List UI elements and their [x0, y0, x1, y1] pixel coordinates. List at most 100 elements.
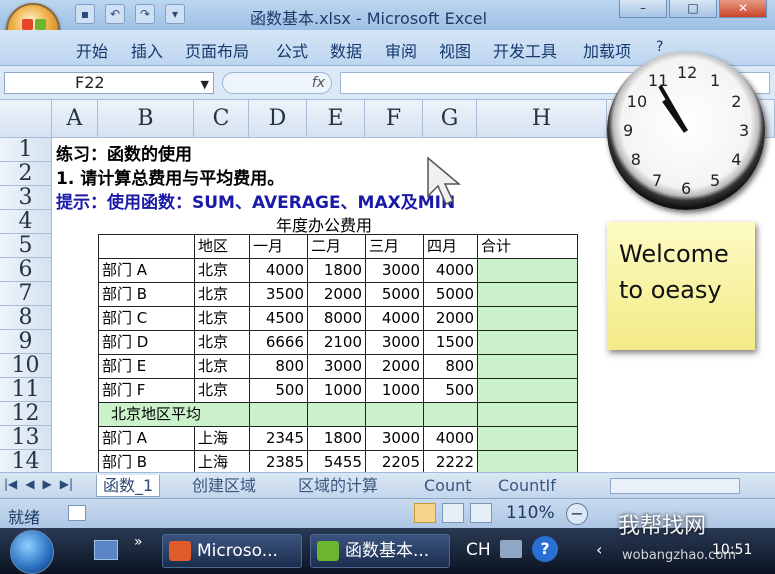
- insert-function-button[interactable]: fx: [222, 72, 332, 94]
- first-sheet-icon[interactable]: |◀: [4, 477, 17, 491]
- column-header-d[interactable]: D: [249, 100, 307, 138]
- save-icon[interactable]: ▪: [75, 4, 95, 24]
- last-sheet-icon[interactable]: ▶|: [60, 477, 73, 491]
- cell-a1[interactable]: 练习：函数的使用: [56, 140, 192, 165]
- zoom-out-icon[interactable]: −: [566, 503, 588, 525]
- table-cell[interactable]: [307, 402, 366, 427]
- table-cell[interactable]: 5000: [365, 282, 424, 307]
- table-cell[interactable]: [477, 426, 578, 451]
- table-cell[interactable]: 4000: [423, 426, 478, 451]
- table-header-cell[interactable]: 一月: [249, 234, 308, 259]
- table-cell-average-label[interactable]: 北京地区平均: [98, 402, 250, 427]
- table-cell[interactable]: 部门 A: [98, 426, 195, 451]
- tray-expand-icon[interactable]: ‹: [596, 540, 602, 559]
- table-header-cell[interactable]: 四月: [423, 234, 478, 259]
- chevron-right-icon[interactable]: »: [134, 534, 143, 550]
- sheet-tab-3[interactable]: 区域的计算: [292, 475, 384, 497]
- table-cell[interactable]: 上海: [194, 426, 250, 451]
- tab-addins[interactable]: 加载项: [583, 38, 631, 62]
- zoom-level[interactable]: 110%: [506, 503, 555, 523]
- taskbar-file-button[interactable]: 函数基本...: [310, 534, 450, 568]
- table-cell[interactable]: 8000: [307, 306, 366, 331]
- customize-qat-icon[interactable]: ▾: [165, 4, 185, 24]
- column-header-c[interactable]: C: [194, 100, 249, 138]
- sheet-tab-4[interactable]: Count: [418, 475, 478, 497]
- cell-a3[interactable]: 提示：使用函数：SUM、AVERAGE、MAX及MIN: [56, 188, 455, 213]
- table-cell[interactable]: 3500: [249, 282, 308, 307]
- table-cell[interactable]: 1800: [307, 426, 366, 451]
- table-cell[interactable]: 部门 F: [98, 378, 195, 403]
- table-cell[interactable]: 北京: [194, 306, 250, 331]
- table-cell[interactable]: 4000: [423, 258, 478, 283]
- next-sheet-icon[interactable]: ▶: [43, 477, 52, 491]
- table-cell[interactable]: 部门 C: [98, 306, 195, 331]
- table-cell[interactable]: 2100: [307, 330, 366, 355]
- table-cell[interactable]: 3000: [307, 354, 366, 379]
- chevron-down-icon[interactable]: ▼: [201, 75, 209, 95]
- table-cell[interactable]: 3000: [365, 258, 424, 283]
- table-cell[interactable]: [477, 282, 578, 307]
- row-header-9[interactable]: 9: [0, 330, 52, 354]
- table-cell[interactable]: 800: [423, 354, 478, 379]
- table-header-cell[interactable]: 三月: [365, 234, 424, 259]
- table-cell[interactable]: 3000: [365, 426, 424, 451]
- cell-a2[interactable]: 1. 请计算总费用与平均费用。: [56, 164, 284, 189]
- table-cell[interactable]: 2205: [365, 450, 424, 472]
- page-layout-view-icon[interactable]: [442, 503, 464, 523]
- select-all-corner[interactable]: [0, 100, 52, 138]
- table-header-cell[interactable]: 合计: [477, 234, 578, 259]
- tab-formulas[interactable]: 公式: [276, 38, 308, 62]
- row-header-6[interactable]: 6: [0, 258, 52, 282]
- table-cell[interactable]: 4000: [249, 258, 308, 283]
- sheet-tab-5[interactable]: CountIf: [492, 475, 562, 497]
- table-header-cell[interactable]: 地区: [194, 234, 250, 259]
- table-cell[interactable]: 2345: [249, 426, 308, 451]
- table-cell[interactable]: 1800: [307, 258, 366, 283]
- sticky-note[interactable]: Welcome to oeasy: [607, 222, 755, 350]
- table-cell[interactable]: 北京: [194, 330, 250, 355]
- table-cell[interactable]: [249, 402, 308, 427]
- sheet-tab-2[interactable]: 创建区域: [186, 475, 262, 497]
- row-header-13[interactable]: 13: [0, 426, 52, 450]
- table-cell[interactable]: [477, 306, 578, 331]
- column-header-b[interactable]: B: [98, 100, 194, 138]
- column-header-f[interactable]: F: [365, 100, 423, 138]
- macro-record-icon[interactable]: [68, 505, 86, 521]
- tab-data[interactable]: 数据: [330, 38, 362, 62]
- row-header-2[interactable]: 2: [0, 162, 52, 186]
- table-cell[interactable]: 2000: [423, 306, 478, 331]
- tab-insert[interactable]: 插入: [131, 38, 163, 62]
- table-cell[interactable]: 部门 D: [98, 330, 195, 355]
- table-cell[interactable]: [477, 402, 578, 427]
- table-cell[interactable]: 1500: [423, 330, 478, 355]
- row-header-5[interactable]: 5: [0, 234, 52, 258]
- start-button[interactable]: [10, 530, 54, 574]
- row-header-1[interactable]: 1: [0, 138, 52, 162]
- table-cell[interactable]: [365, 402, 424, 427]
- row-header-4[interactable]: 4: [0, 210, 52, 234]
- table-cell[interactable]: [477, 450, 578, 472]
- undo-icon[interactable]: ↶: [105, 4, 125, 24]
- tab-review[interactable]: 审阅: [385, 38, 417, 62]
- show-desktop-icon[interactable]: [94, 540, 118, 560]
- row-header-3[interactable]: 3: [0, 186, 52, 210]
- table-cell[interactable]: 1000: [365, 378, 424, 403]
- table-cell[interactable]: 2222: [423, 450, 478, 472]
- row-header-11[interactable]: 11: [0, 378, 52, 402]
- table-cell[interactable]: 2000: [365, 354, 424, 379]
- table-cell[interactable]: 1000: [307, 378, 366, 403]
- tab-view[interactable]: 视图: [439, 38, 471, 62]
- table-cell[interactable]: 北京: [194, 282, 250, 307]
- column-header-h[interactable]: H: [477, 100, 607, 138]
- table-cell[interactable]: 800: [249, 354, 308, 379]
- table-cell[interactable]: 上海: [194, 450, 250, 472]
- table-cell[interactable]: [477, 330, 578, 355]
- column-header-g[interactable]: G: [423, 100, 477, 138]
- help-tray-icon[interactable]: ?: [532, 536, 558, 562]
- table-cell[interactable]: 北京: [194, 354, 250, 379]
- name-box[interactable]: F22 ▼: [4, 72, 214, 94]
- table-cell[interactable]: 500: [249, 378, 308, 403]
- table-cell[interactable]: 3000: [365, 330, 424, 355]
- table-cell[interactable]: 2385: [249, 450, 308, 472]
- table-cell[interactable]: [477, 258, 578, 283]
